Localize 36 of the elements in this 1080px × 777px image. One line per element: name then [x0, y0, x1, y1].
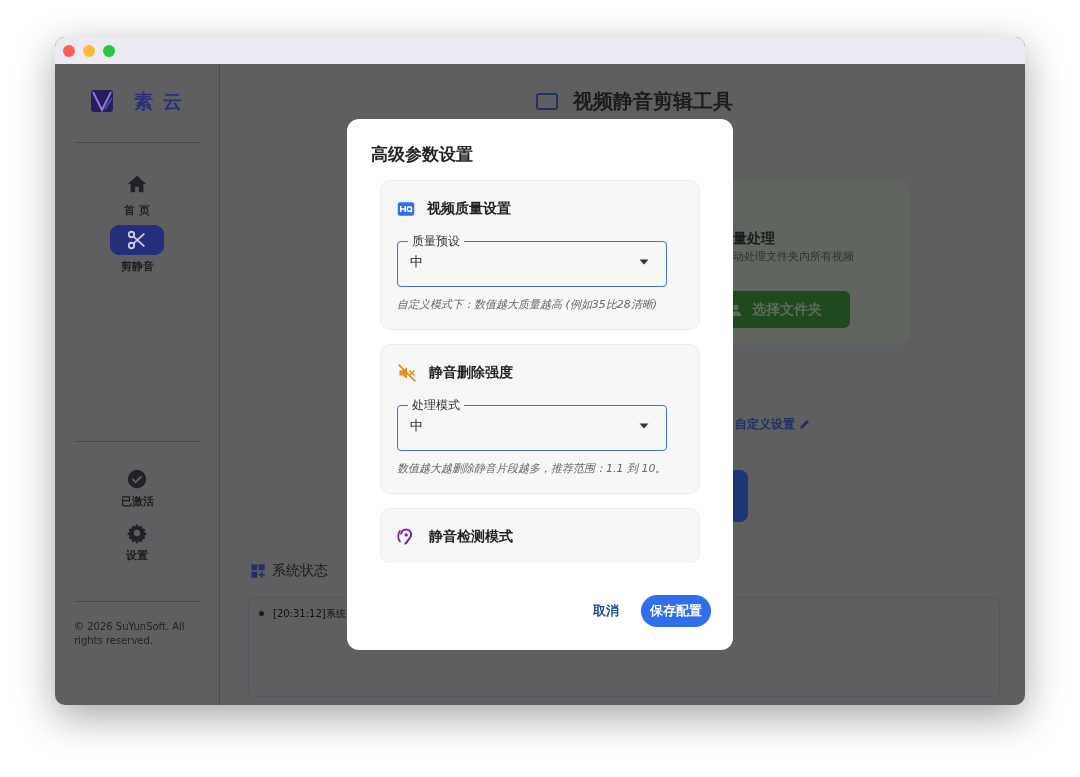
- dropdown-field[interactable]: 处理模式 中: [397, 399, 667, 451]
- check-circle-icon: [126, 467, 148, 490]
- card-title: 静音检测模式: [429, 527, 513, 546]
- field-value: 中: [410, 417, 423, 435]
- minimize-icon[interactable]: [83, 44, 95, 57]
- dropdown-field[interactable]: 质量预设 中: [397, 235, 667, 287]
- hq-icon: [397, 199, 415, 218]
- pencil-icon: [799, 418, 811, 430]
- section-title: 系统状态: [272, 561, 328, 580]
- card-title: 视频质量设置: [427, 199, 511, 218]
- logo-text: 素 云: [133, 89, 185, 114]
- nav-item[interactable]: 首 页: [110, 168, 164, 219]
- copyright-text: © 2026 SuYunSoft. All rights reserved.: [74, 619, 186, 648]
- field-value: 中: [410, 253, 423, 271]
- scissors-icon: [126, 229, 148, 251]
- field-label: 处理模式: [411, 399, 461, 411]
- cancel-button[interactable]: 取消: [587, 600, 625, 622]
- card-title: 量处理: [733, 229, 775, 248]
- custom-settings-link[interactable]: 自定义设置: [735, 415, 811, 433]
- card-title: 静音删除强度: [429, 363, 513, 382]
- field-label: 质量预设: [411, 235, 461, 247]
- nav-item[interactable]: 设置: [126, 522, 148, 565]
- hint-text: 数值越大越删除静音片段越多，推荐范围：1.1 到 10。: [397, 460, 668, 477]
- dashboard-icon: [250, 562, 266, 579]
- save-button[interactable]: 保存配置: [641, 595, 711, 627]
- maximize-icon[interactable]: [103, 44, 115, 57]
- nav-item[interactable]: 已激活: [120, 467, 154, 510]
- close-icon[interactable]: [63, 44, 75, 57]
- settings-icon: [126, 522, 148, 544]
- log-entry: [20:31:12]系统: [273, 607, 346, 621]
- dialog-title: 高级参数设置: [370, 143, 474, 166]
- bullet-icon: [259, 611, 264, 616]
- page-title: 视频静音剪辑工具: [572, 88, 733, 115]
- mute-icon: [397, 362, 417, 383]
- hint-text: 自定义模式下：数值越大质量越高 (例如35比28清晰): [397, 296, 659, 313]
- logo-icon: [89, 89, 114, 114]
